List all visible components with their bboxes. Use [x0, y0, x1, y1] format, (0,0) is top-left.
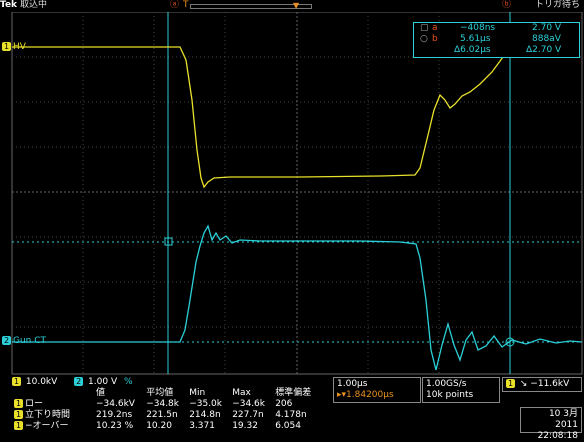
time: 22:08:18	[537, 431, 578, 441]
table-row[interactable]: 1 −オーバー 10.23 % 10.20 3.371 19.32 6.054	[12, 421, 320, 432]
ch2-scale[interactable]: 1.00 V	[88, 377, 117, 387]
ch2-badge: 2	[2, 336, 11, 345]
meas-cell: 206	[275, 399, 293, 409]
cursor-a-time: −408ns	[460, 23, 496, 33]
cursor-a-value: 2.70 V	[532, 23, 562, 33]
cursor-b-value: 888aV	[532, 34, 561, 44]
meas-cell: −34.6kV	[96, 399, 135, 409]
cursor-delta-value: Δ2.70 V	[526, 45, 562, 55]
acquisition-settings[interactable]: 1.00GS/s 10k points	[422, 377, 500, 403]
ch1-badge: 1	[2, 42, 11, 51]
datetime-box: 10 3月 2011 22:08:18	[520, 407, 582, 441]
trigger-marker-icon: ▼	[293, 1, 300, 10]
meas-col-stddev: 標準偏差	[275, 388, 312, 398]
status-bar: Tek 取込中 トリガ待ち ⓐ T ▼ ⓑ	[0, 0, 584, 12]
acquisition-state: 取込中	[20, 0, 48, 10]
ch2-bandwidth-icon: %	[123, 377, 133, 387]
sample-rate: 1.00GS/s	[426, 379, 467, 389]
graticule	[11, 11, 583, 375]
ch2-scale-badge[interactable]: 2	[74, 377, 84, 386]
cursor-a-label: a	[432, 23, 438, 33]
trigger-source-badge: 1	[506, 379, 515, 388]
ch1-scale-badge[interactable]: 1	[12, 377, 21, 386]
oscilloscope-screen: Tek 取込中 トリガ待ち ⓐ T ▼ ⓑ 1 HV 2 Gun CT ▢ a −4…	[0, 0, 584, 441]
meas-cell: 4.178n	[275, 410, 307, 420]
horizontal-position-icon: ▸▾	[337, 390, 347, 400]
cursor-delta-time: Δ6.02μs	[454, 45, 491, 55]
cursor-b-top-marker[interactable]: ⓑ	[502, 0, 511, 11]
ch2-label[interactable]: 2 Gun CT	[0, 336, 48, 347]
cursor-b-label: b	[432, 34, 438, 44]
meas-row-name: −オーバー	[25, 421, 69, 431]
meas-col-max: Max	[232, 388, 251, 398]
meas-row-name: ロー	[25, 399, 44, 409]
measurements-header: 値 平均値 Min Max 標準偏差	[12, 388, 320, 399]
table-row[interactable]: 1 立下り時間 219.2ns 221.5n 214.8n 227.7n 4.17…	[12, 410, 320, 421]
ch1-scale[interactable]: 10.0kV	[26, 377, 57, 387]
cursor-a-top-marker[interactable]: ⓐ	[170, 0, 179, 11]
meas-cell: 10.23 %	[96, 421, 134, 431]
cursor-readout: ▢ a −408ns 2.70 V ○ b 5.61μs 888aV Δ6.02…	[413, 22, 580, 58]
trigger-state: トリガ待ち	[534, 0, 580, 10]
trigger-position-icon[interactable]: T	[183, 0, 189, 11]
meas-cell: 221.5n	[146, 410, 178, 420]
meas-cell: 227.7n	[232, 410, 264, 420]
trigger-settings[interactable]: 1 ↘ −11.6kV	[502, 377, 582, 392]
horizontal-settings[interactable]: 1.00μs ▸▾1.84200μs	[333, 377, 421, 403]
cursor-b-icon: ○	[420, 34, 428, 44]
brand-logo: Tek	[0, 0, 18, 10]
meas-col-min: Min	[189, 388, 206, 398]
meas-cell: −34.8k	[146, 399, 179, 409]
meas-cell: 219.2ns	[96, 410, 133, 420]
meas-cell: 6.054	[275, 421, 301, 431]
meas-row-badge: 1	[14, 410, 23, 419]
timebase: 1.00μs	[337, 379, 368, 389]
cursor-a-icon: ▢	[420, 23, 429, 33]
cursor-b-time: 5.61μs	[460, 34, 491, 44]
ch1-label[interactable]: 1 HV	[0, 42, 28, 53]
meas-cell: 214.8n	[189, 410, 221, 420]
horizontal-position: 1.84200μs	[346, 390, 394, 400]
meas-row-name: 立下り時間	[25, 410, 71, 420]
trigger-slope-icon: ↘	[519, 379, 528, 389]
meas-col-mean: 平均値	[146, 388, 174, 398]
meas-row-badge: 1	[14, 421, 23, 430]
measurements-table: 値 平均値 Min Max 標準偏差 1 ロー −34.6kV −34.8k −3…	[12, 388, 320, 432]
table-row[interactable]: 1 ロー −34.6kV −34.8k −35.0k −34.6k 206	[12, 399, 320, 410]
trigger-level: −11.6kV	[530, 379, 570, 389]
ch1-name: HV	[13, 42, 26, 52]
meas-cell: 10.20	[146, 421, 172, 431]
record-length: 10k points	[426, 390, 474, 400]
meas-col-value: 値	[96, 388, 106, 398]
meas-cell: 19.32	[232, 421, 258, 431]
ch2-name: Gun CT	[13, 336, 47, 346]
meas-row-badge: 1	[14, 399, 23, 408]
date: 10 3月 2011	[548, 409, 578, 430]
meas-cell: 3.371	[189, 421, 215, 431]
scale-row: 1 10.0kV 2 1.00 V %	[12, 377, 133, 388]
meas-cell: −34.6k	[232, 399, 265, 409]
meas-cell: −35.0k	[189, 399, 222, 409]
